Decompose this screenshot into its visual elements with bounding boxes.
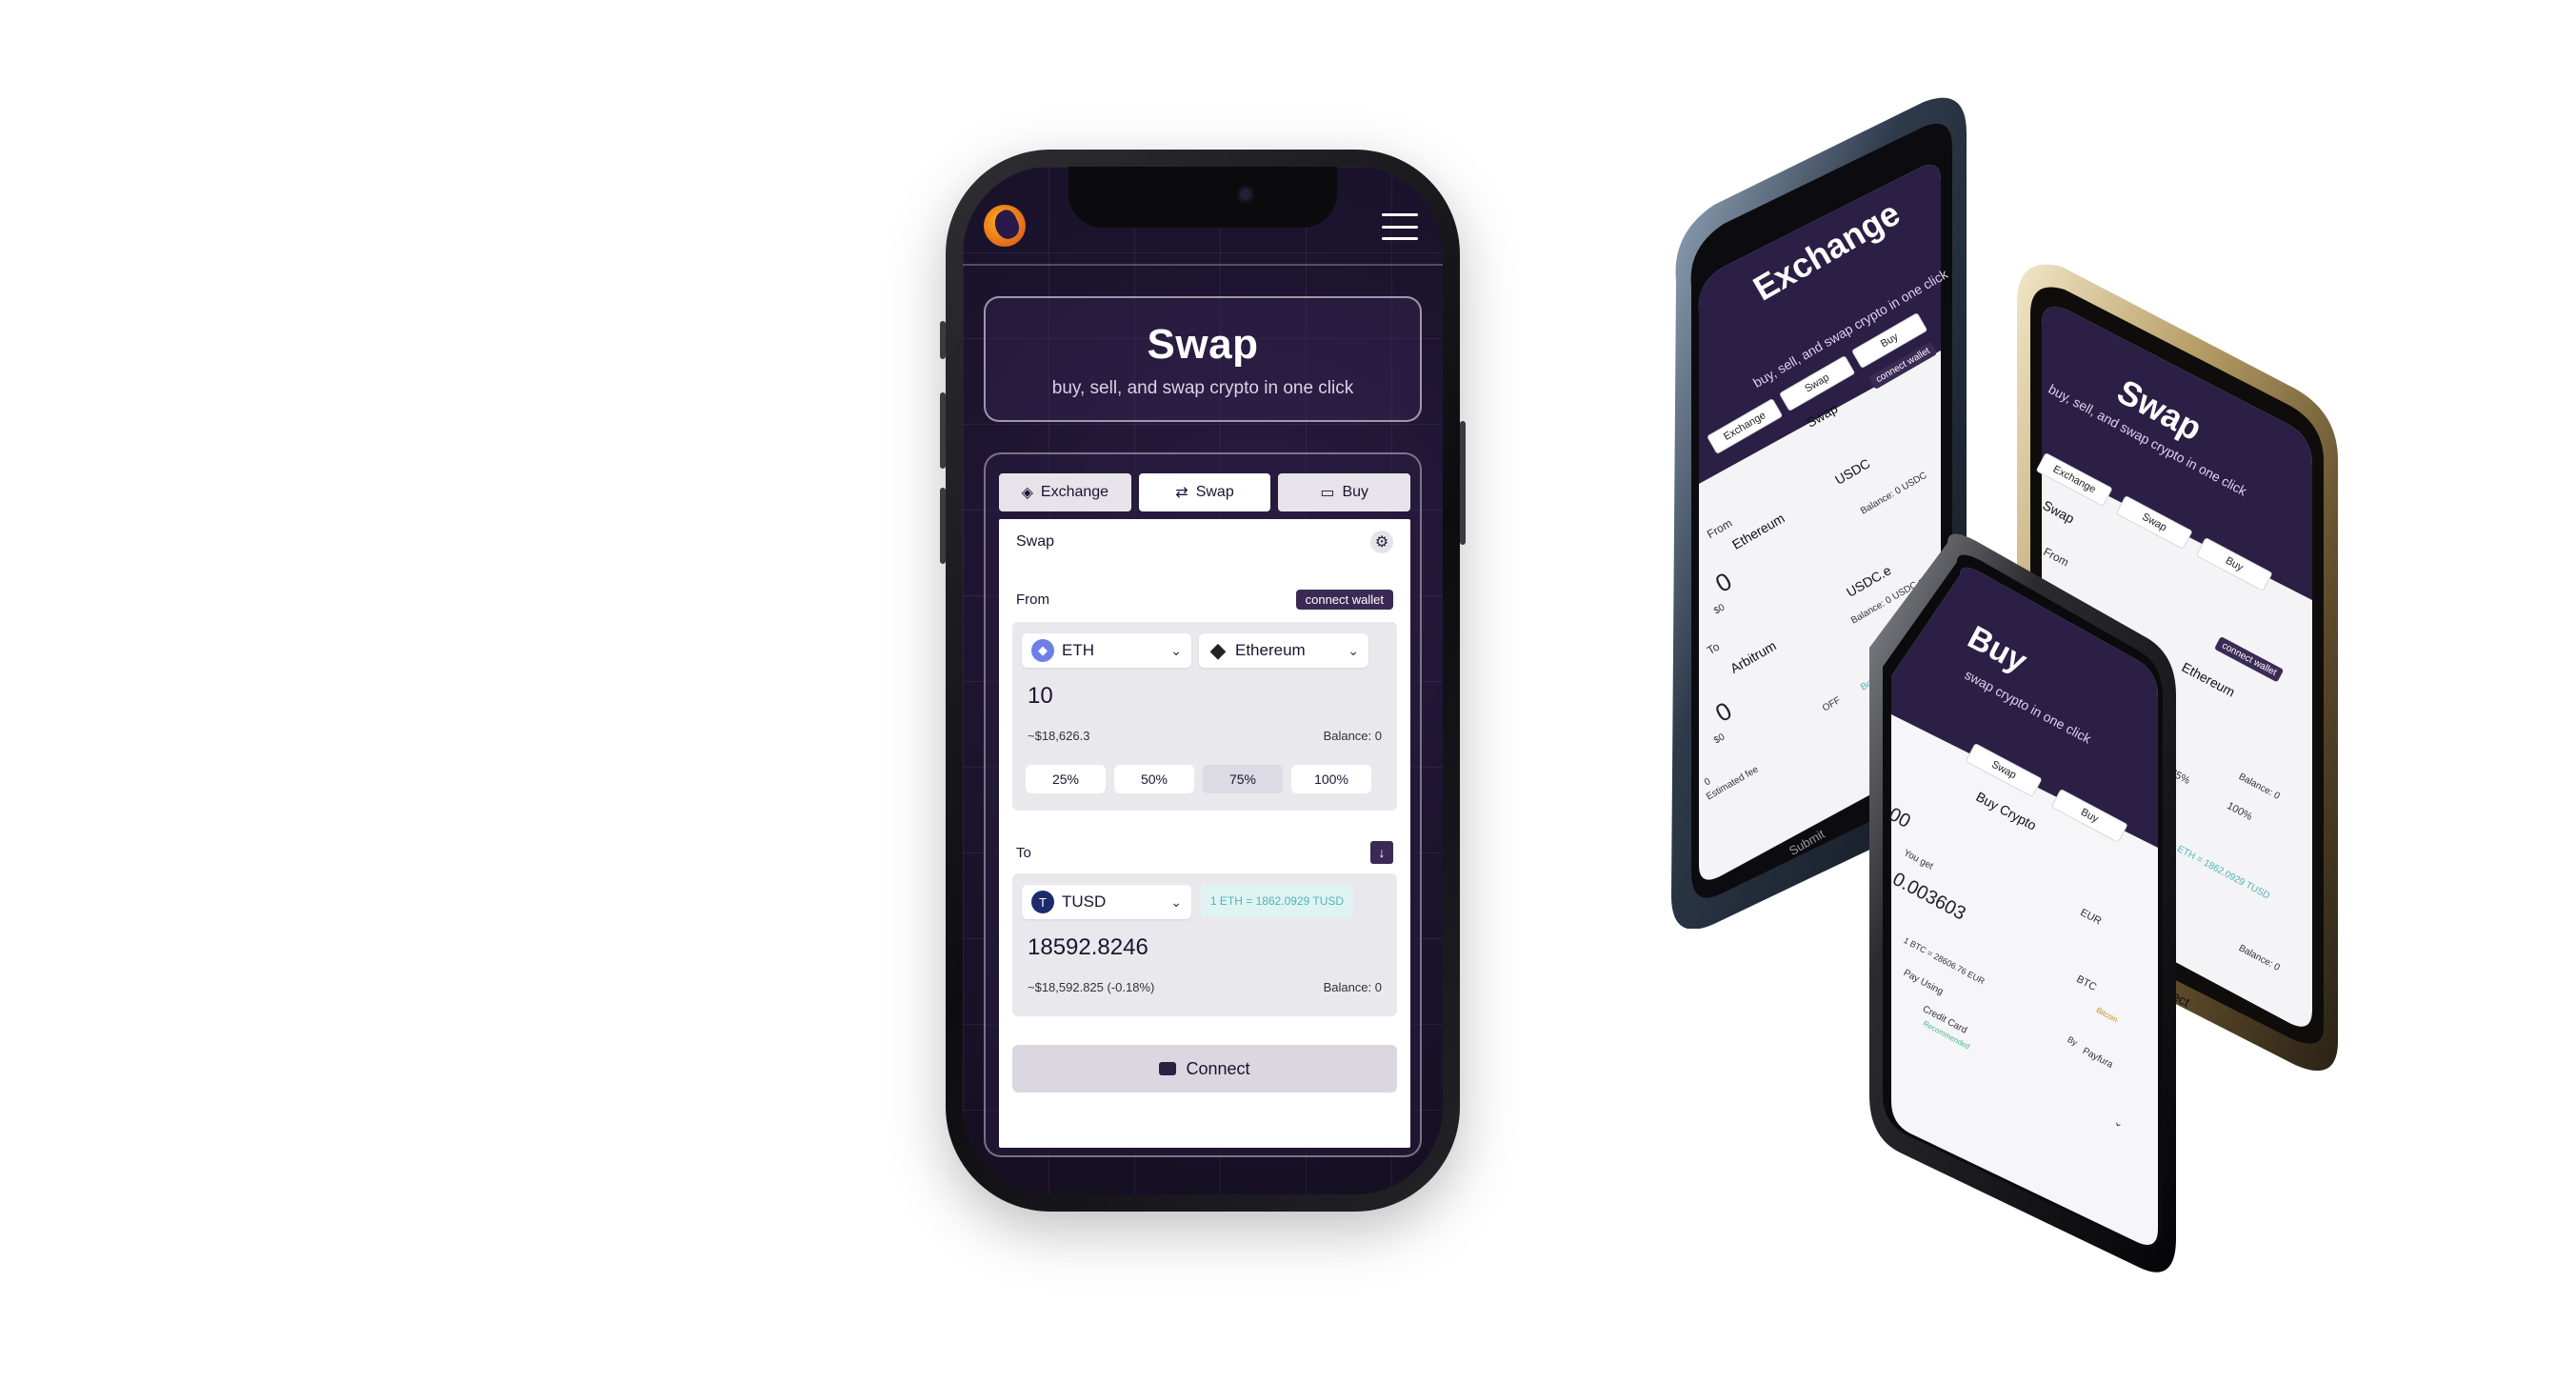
- from-network-label: Ethereum: [1235, 641, 1306, 659]
- to-token-select[interactable]: T TUSD ⌄: [1022, 885, 1191, 919]
- to-token-label: TUSD: [1062, 892, 1107, 911]
- exchange-rate-badge: 1 ETH = 1862.0929 TUSD: [1201, 885, 1353, 917]
- chevron-down-icon: ⌄: [1170, 893, 1182, 910]
- chevron-down-icon: ⌄: [1348, 642, 1359, 658]
- swap-card: ◈ Exchange ⇄ Swap ▭ Buy Swap ⚙ From conn…: [984, 452, 1422, 1157]
- from-box: ◆ ETH ⌄ ◆ Ethereum ⌄ 10 ~$18,626.3 Balan…: [1012, 622, 1397, 811]
- phone-screen: Swap buy, sell, and swap crypto in one c…: [963, 167, 1443, 1194]
- hero-banner: Swap buy, sell, and swap crypto in one c…: [984, 296, 1422, 422]
- brand-logo[interactable]: [984, 205, 1026, 247]
- to-label: To: [1016, 844, 1031, 861]
- tab-label: Swap: [1195, 484, 1234, 500]
- from-token-select[interactable]: ◆ ETH ⌄: [1022, 633, 1191, 668]
- card-icon: ▭: [1320, 485, 1335, 501]
- connect-label: Connect: [1186, 1058, 1250, 1078]
- tab-swap[interactable]: ⇄ Swap: [1138, 473, 1271, 511]
- swap-panel: Swap ⚙ From connect wallet ◆ ETH ⌄ ◆ Eth: [999, 519, 1410, 1148]
- volume-down-button: [940, 488, 946, 564]
- page-title: Swap: [1147, 321, 1259, 368]
- panel-header: Swap ⚙: [1016, 531, 1393, 553]
- buy-screen-shape: [1891, 567, 2158, 1245]
- percent-100-button[interactable]: 100%: [1291, 765, 1371, 793]
- menu-icon[interactable]: [1382, 213, 1418, 240]
- to-box: T TUSD ⌄ 1 ETH = 1862.0929 TUSD 18592.82…: [1012, 873, 1397, 1016]
- from-label: From: [1016, 591, 1049, 608]
- to-amount-value: 18592.8246: [1028, 934, 1148, 960]
- wallet-icon: [1159, 1062, 1177, 1075]
- mockup-stage: { "main": { "hero": { "title": "Swap", "…: [0, 0, 2576, 1383]
- mute-switch: [940, 321, 946, 359]
- percent-75-button[interactable]: 75%: [1203, 765, 1283, 793]
- ethereum-icon: ◆: [1209, 638, 1227, 662]
- to-header: To ↓: [1016, 841, 1393, 864]
- from-balance: Balance: 0: [1323, 729, 1382, 743]
- tab-buy[interactable]: ▭ Buy: [1278, 473, 1411, 511]
- from-amount-input[interactable]: 10: [1028, 683, 1053, 710]
- tusd-icon: T: [1031, 891, 1054, 913]
- camera-icon: [1237, 186, 1254, 203]
- from-token-label: ETH: [1062, 641, 1094, 659]
- notch: [1068, 167, 1337, 228]
- arrow-down-icon[interactable]: ↓: [1370, 841, 1393, 864]
- from-usd-value: ~$18,626.3: [1028, 729, 1090, 743]
- connect-button[interactable]: Connect: [1012, 1045, 1397, 1092]
- power-button: [1460, 421, 1466, 545]
- to-usd-value: ~$18,592.825 (-0.18%): [1028, 980, 1155, 994]
- main-phone: Swap buy, sell, and swap crypto in one c…: [940, 150, 1466, 1212]
- tab-label: Exchange: [1040, 484, 1109, 500]
- cube-icon: ◈: [1021, 485, 1033, 501]
- percent-25-button[interactable]: 25%: [1026, 765, 1106, 793]
- buy-phone: Buy swap crypto in one click Swap Buy Bu…: [1884, 562, 2169, 1267]
- page-subtitle: buy, sell, and swap crypto in one click: [1051, 378, 1354, 398]
- mode-tabs: ◈ Exchange ⇄ Swap ▭ Buy: [999, 473, 1411, 511]
- connect-wallet-button[interactable]: connect wallet: [1295, 590, 1393, 610]
- percent-50-button[interactable]: 50%: [1114, 765, 1194, 793]
- swap-icon: ⇄: [1175, 485, 1188, 501]
- to-balance: Balance: 0: [1323, 980, 1382, 994]
- volume-up-button: [940, 392, 946, 469]
- panel-title: Swap: [1016, 533, 1055, 550]
- from-header: From connect wallet: [1016, 590, 1393, 610]
- gear-icon[interactable]: ⚙: [1370, 531, 1393, 553]
- chevron-down-icon: ⌄: [1170, 642, 1182, 658]
- from-network-select[interactable]: ◆ Ethereum ⌄: [1199, 633, 1368, 668]
- tab-exchange[interactable]: ◈ Exchange: [999, 473, 1131, 511]
- eth-icon: ◆: [1031, 639, 1054, 662]
- tab-label: Buy: [1342, 484, 1369, 500]
